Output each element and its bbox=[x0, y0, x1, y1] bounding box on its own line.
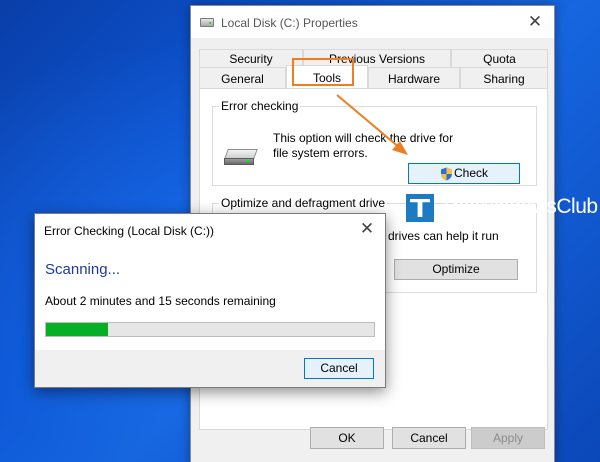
progress-bar bbox=[45, 322, 375, 337]
watermark: TheWindowsClub bbox=[406, 193, 600, 223]
close-icon[interactable]: ✕ bbox=[357, 219, 377, 239]
windows-club-logo bbox=[406, 194, 434, 222]
time-remaining: About 2 minutes and 15 seconds remaining bbox=[45, 294, 276, 308]
scanning-status: Scanning... bbox=[45, 261, 121, 278]
progress-fill bbox=[46, 323, 109, 336]
watermark-text: TheWindowsClub bbox=[440, 195, 598, 218]
dialog-cancel-button[interactable]: Cancel bbox=[304, 358, 374, 379]
error-dialog-titlebar[interactable]: Error Checking (Local Disk (C:)) ✕ bbox=[35, 214, 385, 245]
error-dialog-title: Error Checking (Local Disk (C:)) bbox=[44, 224, 215, 238]
error-dialog-body: Scanning... About 2 minutes and 15 secon… bbox=[35, 245, 385, 350]
error-checking-dialog: Error Checking (Local Disk (C:)) ✕ Scann… bbox=[34, 213, 386, 388]
